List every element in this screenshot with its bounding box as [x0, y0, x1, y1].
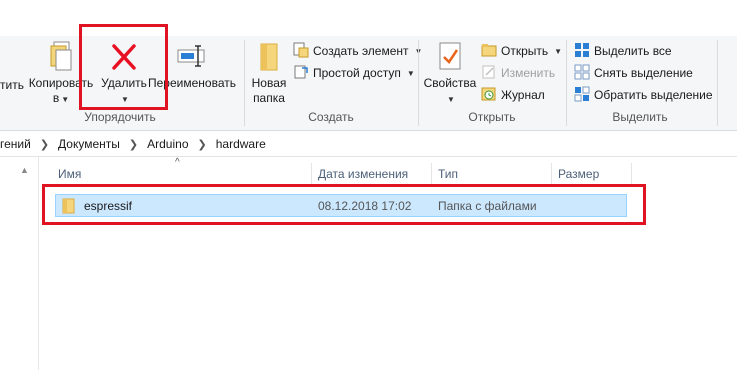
history-label: Журнал	[501, 88, 545, 102]
column-header-type[interactable]: Тип	[432, 163, 552, 185]
select-all-icon	[574, 42, 590, 61]
column-header-size[interactable]: Размер	[552, 163, 632, 185]
properties-icon	[422, 40, 478, 76]
chevron-down-icon: ▼	[554, 46, 563, 56]
file-list: ▲ ^ Имя Дата изменения Тип Размер espres…	[0, 157, 737, 370]
properties-label: Свойства	[423, 76, 477, 90]
select-none-icon	[574, 64, 590, 83]
rename-label: Переименовать	[148, 76, 236, 90]
column-header-modified[interactable]: Дата изменения	[312, 163, 432, 185]
new-item-icon	[293, 42, 309, 61]
folder-icon	[248, 40, 290, 76]
chevron-down-icon: ▼	[447, 95, 455, 104]
copy-to-label: Копировать	[28, 76, 94, 90]
chevron-right-icon[interactable]: ❯	[36, 138, 53, 151]
open-button[interactable]: Открыть ▼	[481, 41, 562, 61]
breadcrumb-item[interactable]: hardware	[211, 137, 271, 151]
ribbon-separator	[244, 40, 245, 126]
new-folder-button[interactable]: Новая папка	[248, 40, 290, 106]
ribbon-separator	[717, 40, 718, 126]
file-type: Папка с файлами	[438, 199, 537, 213]
chevron-down-icon: ▼	[406, 68, 415, 78]
new-item-label: Создать элемент	[313, 44, 409, 58]
chevron-right-icon[interactable]: ❯	[125, 138, 142, 151]
new-folder-label: Новая	[251, 76, 287, 90]
open-label: Открыть	[501, 44, 549, 58]
ribbon-tab-strip	[0, 0, 737, 36]
easy-access-label: Простой доступ	[313, 66, 401, 80]
scroll-up-icon[interactable]: ▲	[20, 165, 30, 175]
ribbon-separator	[418, 40, 419, 126]
properties-button[interactable]: Свойства ▼	[422, 40, 478, 107]
organize-group-label: Упорядочить	[84, 110, 156, 124]
breadcrumb-item[interactable]: гений	[0, 137, 36, 151]
delete-x-icon	[98, 40, 150, 76]
move-to-label: тить	[0, 78, 24, 92]
history-icon	[481, 86, 497, 105]
select-all-label: Выделить все	[594, 44, 672, 58]
invert-selection-label: Обратить выделение	[594, 88, 713, 102]
table-row[interactable]: espressif 08.12.2018 17:02 Папка с файла…	[55, 194, 627, 217]
chevron-down-icon: ▼	[121, 95, 129, 104]
breadcrumb-item[interactable]: Документы	[53, 137, 125, 151]
rename-button[interactable]: Переименовать	[148, 40, 236, 91]
open-icon	[481, 42, 497, 61]
rename-icon	[148, 40, 236, 76]
select-group-label: Выделить	[612, 110, 668, 124]
create-group-label: Создать	[308, 110, 354, 124]
invert-selection-icon	[574, 86, 590, 105]
select-all-button[interactable]: Выделить все	[574, 41, 672, 61]
easy-access-button[interactable]: Простой доступ ▼	[293, 63, 415, 83]
chevron-down-icon: ▼	[61, 95, 70, 104]
select-none-button[interactable]: Снять выделение	[574, 63, 693, 83]
delete-button[interactable]: Удалить ▼	[98, 40, 150, 107]
copy-to-button[interactable]: Копировать в ▼	[24, 40, 98, 107]
copy-to-icon	[24, 40, 98, 76]
delete-label: Удалить	[101, 76, 147, 90]
folder-icon	[61, 198, 77, 217]
new-item-button[interactable]: Создать элемент ▼	[293, 41, 422, 61]
new-folder-label-2: папка	[253, 91, 285, 105]
column-header-name[interactable]: Имя	[52, 163, 312, 185]
edit-button[interactable]: Изменить	[481, 63, 555, 83]
breadcrumb-item[interactable]: Arduino	[142, 137, 193, 151]
invert-selection-button[interactable]: Обратить выделение	[574, 85, 713, 105]
file-name: espressif	[84, 199, 133, 213]
ribbon-separator	[566, 40, 567, 126]
history-button[interactable]: Журнал	[481, 85, 545, 105]
easy-access-icon	[293, 64, 309, 83]
edit-icon	[481, 64, 497, 83]
select-none-label: Снять выделение	[594, 66, 693, 80]
navigation-pane: ▲	[0, 157, 39, 370]
address-bar[interactable]: гений ❯ Документы ❯ Arduino ❯ hardware	[0, 132, 737, 157]
copy-to-label-2: в	[52, 91, 60, 105]
move-to-button[interactable]: тить	[0, 78, 24, 93]
edit-label: Изменить	[501, 66, 556, 80]
chevron-right-icon[interactable]: ❯	[194, 138, 211, 151]
ribbon: тить Копировать в ▼ Удалить ▼ Переименов…	[0, 0, 737, 131]
open-group-label: Открыть	[468, 110, 516, 124]
file-modified: 08.12.2018 17:02	[318, 199, 412, 213]
